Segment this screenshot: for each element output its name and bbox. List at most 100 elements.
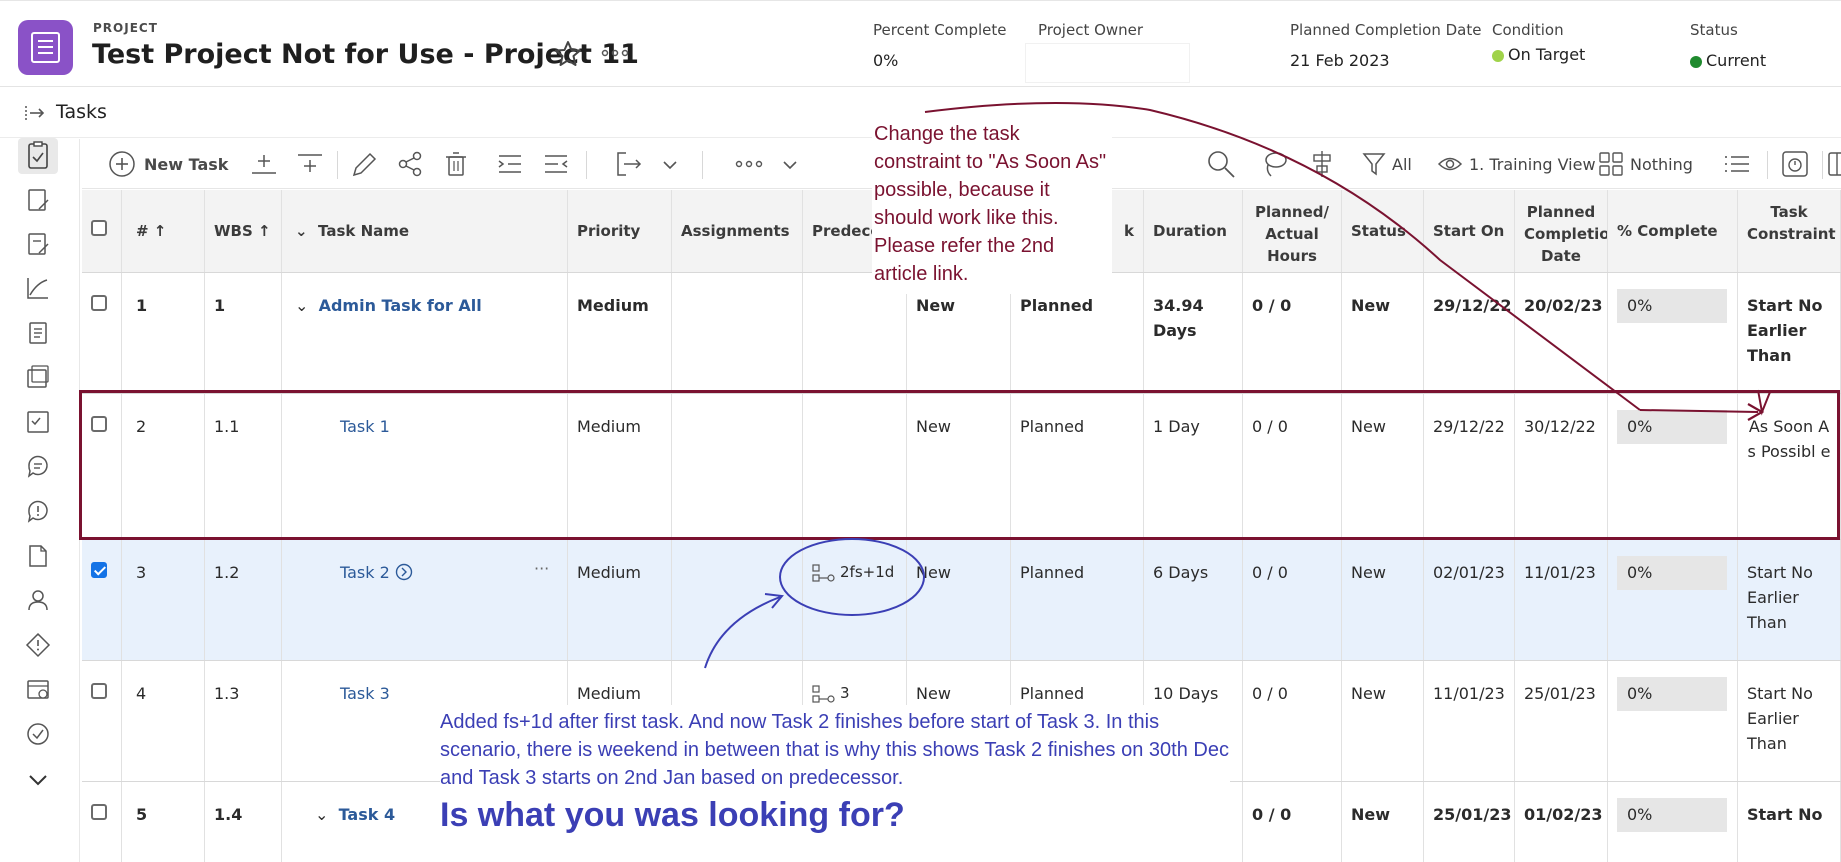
row-checkbox[interactable] (91, 683, 107, 699)
rail-issues-icon[interactable] (25, 498, 51, 524)
filter-button[interactable]: All (1362, 149, 1412, 179)
row-pct-complete[interactable]: 0% (1608, 661, 1738, 781)
move-task-icon[interactable] (614, 149, 644, 179)
row-constraint[interactable]: Start No Earlier Than (1738, 661, 1841, 781)
table-row[interactable]: 3 1.2 Task 2 ··· Medium 2fs+1d New Plann… (82, 540, 1841, 661)
row-pct-complete[interactable]: 0% (1608, 540, 1738, 660)
row-checkbox[interactable] (91, 804, 107, 820)
rail-people-icon[interactable] (25, 587, 51, 613)
pct-complete-bar[interactable]: 0% (1617, 798, 1727, 832)
row-status[interactable]: New (1342, 394, 1424, 539)
col-header-planned-completion[interactable]: Planned Completion Date (1515, 190, 1608, 272)
more-actions-icon[interactable] (734, 149, 764, 179)
row-planned-completion[interactable]: 01/02/23 (1515, 782, 1608, 862)
row-col7[interactable]: New (907, 394, 1011, 539)
rail-calendar-icon[interactable] (25, 676, 51, 702)
project-owner-field[interactable] (1025, 43, 1190, 83)
row-task-name[interactable]: Task 2 ··· (282, 540, 568, 660)
row-select-cell[interactable] (82, 273, 122, 393)
row-col8[interactable]: Planned (1011, 540, 1144, 660)
row-duration[interactable]: 1 Day (1144, 394, 1243, 539)
rail-tasks-icon[interactable] (18, 138, 58, 174)
rail-approvals-icon[interactable] (25, 409, 51, 435)
row-start-on[interactable]: 11/01/23 (1424, 661, 1515, 781)
row-priority[interactable]: Medium (568, 540, 672, 660)
insert-task-below-icon[interactable] (250, 149, 278, 179)
new-task-button[interactable]: New Task (108, 149, 228, 179)
row-constraint[interactable]: Start No Earlier Than (1738, 540, 1841, 660)
row-checkbox[interactable] (91, 295, 107, 311)
lasso-icon[interactable] (1260, 149, 1290, 179)
row-predecessors[interactable]: 2fs+1d (803, 540, 907, 660)
condition-value[interactable]: On Target (1492, 45, 1585, 64)
row-pct-complete[interactable]: 0% (1608, 394, 1738, 539)
rail-updates-icon[interactable] (25, 453, 51, 479)
row-select-cell[interactable] (82, 394, 122, 539)
col-header-duration[interactable]: Duration (1144, 190, 1243, 272)
collapse-chevron-icon[interactable]: ⌄ (295, 296, 308, 315)
row-pct-complete[interactable]: 0% (1608, 782, 1738, 862)
col-header-constraint[interactable]: Task Constraint (1738, 190, 1841, 272)
row-start-on[interactable]: 29/12/22 (1424, 273, 1515, 393)
pct-complete-bar[interactable]: 0% (1617, 410, 1727, 444)
pct-complete-bar[interactable]: 0% (1617, 289, 1727, 323)
row-col8[interactable]: Planned (1011, 394, 1144, 539)
row-assignments[interactable] (672, 540, 803, 660)
task-name-link[interactable]: Task 1 (340, 417, 390, 436)
rail-chart-icon[interactable] (25, 275, 51, 301)
row-status[interactable]: New (1342, 540, 1424, 660)
row-checkbox[interactable] (91, 416, 107, 432)
row-constraint[interactable]: As Soon As Possibl e (1738, 394, 1841, 539)
indent-icon[interactable] (496, 149, 524, 179)
row-checkbox-checked[interactable] (91, 562, 107, 578)
table-row[interactable]: 2 1.1 Task 1 Medium New Planned 1 Day 0 … (82, 394, 1841, 540)
pct-complete-bar[interactable]: 0% (1617, 556, 1727, 590)
col-header-pct-complete[interactable]: % Complete (1608, 190, 1738, 272)
pct-complete-bar[interactable]: 0% (1617, 677, 1727, 711)
panel-toggle-icon[interactable] (1828, 149, 1841, 179)
row-priority[interactable]: Medium (568, 273, 672, 393)
row-start-on[interactable]: 02/01/23 (1424, 540, 1515, 660)
rail-check-circle-icon[interactable] (25, 721, 51, 747)
select-all-cell[interactable] (82, 190, 122, 272)
row-select-cell[interactable] (82, 661, 122, 781)
row-assignments[interactable] (672, 394, 803, 539)
delete-trash-icon[interactable] (442, 149, 470, 179)
row-planned-completion[interactable]: 25/01/23 (1515, 661, 1608, 781)
row-constraint[interactable]: Start No Earlier Than (1738, 273, 1841, 393)
rail-more-chevron-down-icon[interactable] (25, 767, 51, 793)
row-select-cell[interactable] (82, 782, 122, 862)
row-select-cell[interactable] (82, 540, 122, 660)
row-status[interactable]: New (1342, 782, 1424, 862)
search-icon[interactable] (1206, 149, 1236, 179)
row-planned-completion[interactable]: 20/02/23 (1515, 273, 1608, 393)
hierarchy-icon[interactable] (1308, 149, 1336, 179)
rail-request-icon[interactable] (25, 231, 51, 257)
row-duration[interactable]: 34.94 Days (1144, 273, 1243, 393)
collapse-chevron-icon[interactable]: ⌄ (315, 805, 328, 824)
move-chevron-down-icon[interactable] (660, 149, 680, 179)
rail-risks-icon[interactable] (25, 632, 51, 658)
insert-task-above-icon[interactable] (296, 149, 324, 179)
row-constraint[interactable]: Start No (1738, 782, 1841, 862)
row-col7[interactable]: New (907, 540, 1011, 660)
col-header-hours[interactable]: Planned/ Actual Hours (1243, 190, 1342, 272)
share-icon[interactable] (396, 149, 424, 179)
favorite-star-icon[interactable] (553, 39, 583, 69)
task-name-link[interactable]: Task 2 (340, 563, 390, 582)
rail-document-edit-icon[interactable] (25, 187, 51, 213)
edit-pencil-icon[interactable] (350, 149, 378, 179)
select-all-checkbox[interactable] (91, 220, 107, 236)
row-status[interactable]: New (1342, 661, 1424, 781)
col-header-start-on[interactable]: Start On (1424, 190, 1515, 272)
row-more-icon[interactable]: ··· (534, 556, 549, 581)
task-name-link[interactable]: Task 4 (339, 805, 396, 824)
outdent-icon[interactable] (542, 149, 570, 179)
row-task-name[interactable]: Task 1 (282, 394, 568, 539)
task-name-link[interactable]: Task 3 (340, 684, 390, 703)
open-details-icon[interactable] (395, 563, 413, 581)
row-status[interactable]: New (1342, 273, 1424, 393)
row-hours[interactable]: 0 / 0 (1243, 394, 1342, 539)
row-assignments[interactable] (672, 273, 803, 393)
group-button[interactable]: Nothing (1598, 149, 1693, 179)
